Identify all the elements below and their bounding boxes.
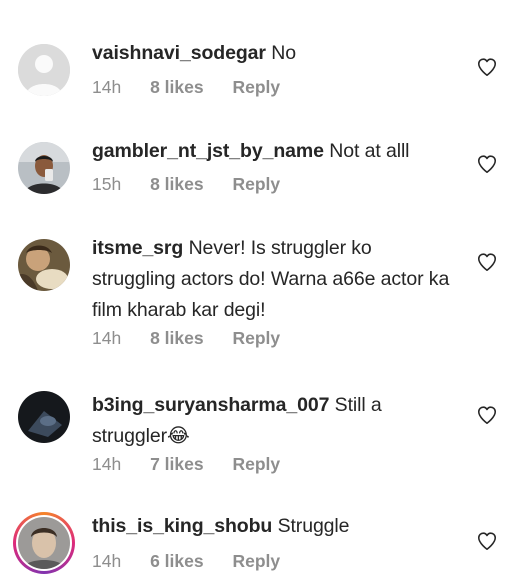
- heart-outline-icon[interactable]: [476, 404, 498, 426]
- comment-meta: 14h 8 likes Reply: [92, 77, 304, 98]
- comment-body: No: [271, 42, 296, 64]
- comment-text: itsme_srg Never! Is struggler ko struggl…: [92, 233, 452, 326]
- comment-text: b3ing_suryansharma_007 Still a struggler…: [92, 390, 452, 452]
- user-photo-icon: [18, 391, 70, 443]
- reply-button[interactable]: Reply: [232, 454, 280, 474]
- comment-likes[interactable]: 8 likes: [150, 174, 204, 194]
- avatar[interactable]: [18, 142, 70, 194]
- comment-body: Not at alll: [329, 140, 410, 162]
- comment-time: 14h: [92, 77, 122, 97]
- comment-meta: 14h 7 likes Reply: [92, 454, 304, 475]
- avatar[interactable]: [18, 44, 70, 96]
- comment-username[interactable]: itsme_srg: [92, 237, 183, 259]
- comment-likes[interactable]: 8 likes: [150, 77, 204, 97]
- comment-time: 14h: [92, 454, 122, 474]
- comment-username[interactable]: gambler_nt_jst_by_name: [92, 140, 324, 162]
- comment-username[interactable]: b3ing_suryansharma_007: [92, 394, 329, 416]
- avatar[interactable]: [18, 517, 70, 569]
- reply-button[interactable]: Reply: [232, 551, 280, 571]
- reply-button[interactable]: Reply: [232, 328, 280, 348]
- comment-likes[interactable]: 6 likes: [150, 551, 204, 571]
- heart-outline-icon[interactable]: [476, 153, 498, 175]
- user-photo-icon: [18, 142, 70, 194]
- comment-likes[interactable]: 8 likes: [150, 328, 204, 348]
- avatar[interactable]: [18, 239, 70, 291]
- comment-username[interactable]: vaishnavi_sodegar: [92, 42, 266, 64]
- heart-outline-icon[interactable]: [476, 251, 498, 273]
- user-photo-icon: [18, 517, 70, 569]
- comment-meta: 14h 6 likes Reply: [92, 551, 304, 572]
- user-photo-icon: [18, 239, 70, 291]
- default-avatar-icon: [18, 44, 70, 96]
- comment-time: 14h: [92, 551, 122, 571]
- avatar[interactable]: [18, 391, 70, 443]
- comment-text: vaishnavi_sodegar No: [92, 38, 452, 69]
- comment-username[interactable]: this_is_king_shobu: [92, 515, 272, 537]
- comment-likes[interactable]: 7 likes: [150, 454, 204, 474]
- comment-meta: 15h 8 likes Reply: [92, 174, 304, 195]
- heart-outline-icon[interactable]: [476, 56, 498, 78]
- comment-body: Struggle: [277, 515, 350, 537]
- comment-time: 15h: [92, 174, 122, 194]
- comment-time: 14h: [92, 328, 122, 348]
- reply-button[interactable]: Reply: [232, 174, 280, 194]
- reply-button[interactable]: Reply: [232, 77, 280, 97]
- comment-text: this_is_king_shobu Struggle: [92, 511, 452, 542]
- heart-outline-icon[interactable]: [476, 530, 498, 552]
- comment-text: gambler_nt_jst_by_name Not at alll: [92, 136, 452, 167]
- comment-meta: 14h 8 likes Reply: [92, 328, 304, 349]
